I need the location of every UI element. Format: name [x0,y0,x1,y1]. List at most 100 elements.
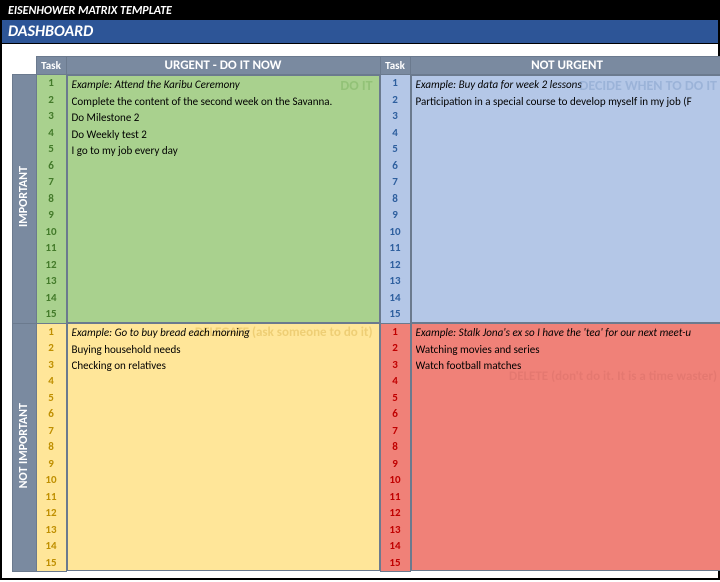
task-cell[interactable] [72,540,375,557]
header-urgent: URGENT - DO IT NOW [66,57,380,75]
task-cell[interactable] [416,457,720,474]
row-number: 5 [381,390,410,407]
row-important: IMPORTANT 123456789101112131415 DO IT Ex… [2,75,720,324]
task-cell[interactable] [72,408,375,425]
task-cell[interactable] [416,127,720,144]
task-cell[interactable] [72,242,375,259]
task-cell[interactable] [416,507,720,524]
task-cell[interactable] [72,160,375,177]
task-cell[interactable]: I go to my job every day [72,143,375,160]
task-cell[interactable] [72,474,375,491]
task-cell[interactable] [416,160,720,177]
task-cell[interactable] [416,226,720,243]
task-cell[interactable]: Watch football matches [416,358,720,375]
task-cell[interactable]: Participation in a special course to dev… [416,94,720,111]
row-number: 14 [381,538,410,555]
task-cell[interactable] [72,259,375,276]
task-cell[interactable] [416,143,720,160]
task-cell[interactable] [416,540,720,557]
task-cell[interactable]: Example: Buy data for week 2 lessons [416,77,720,94]
row-number: 2 [37,92,66,109]
row-number: 8 [381,191,410,208]
row-number: 15 [37,555,66,572]
task-cell[interactable] [416,292,720,309]
task-cell[interactable] [416,176,720,193]
task-cell[interactable] [416,441,720,458]
task-cell[interactable] [416,424,720,441]
quadrant-delete: DELETE (don't do it. It is a time waster… [410,323,720,572]
task-cell[interactable]: Example: Attend the Karibu Ceremony [72,77,375,94]
row-number: 11 [37,240,66,257]
task-cell[interactable] [72,275,375,292]
row-number: 13 [37,522,66,539]
row-number: 9 [381,456,410,473]
task-cell[interactable] [416,275,720,292]
task-cell[interactable] [72,424,375,441]
task-cell[interactable] [72,209,375,226]
task-cell[interactable] [416,375,720,392]
row-not-important: NOT IMPORTANT 123456789101112131415 DELE… [2,323,720,572]
task-cell[interactable] [72,490,375,507]
quadrant-decide: DECIDE WHEN TO DO IT Example: Buy data f… [410,75,720,324]
header-task-right: Task [380,57,410,75]
task-cell[interactable] [416,490,720,507]
header-not-urgent: NOT URGENT [410,57,720,75]
task-cell[interactable] [416,556,720,571]
row-number: 3 [37,357,66,374]
task-cell[interactable]: Checking on relatives [72,358,375,375]
task-cell[interactable] [72,226,375,243]
task-cell[interactable] [72,375,375,392]
row-label-not-important: NOT IMPORTANT [12,323,36,572]
dashboard-bar: DASHBOARD [2,20,718,44]
task-cell[interactable] [72,507,375,524]
task-cell[interactable] [416,259,720,276]
row-number: 2 [381,92,410,109]
task-cell[interactable]: Buying household needs [72,342,375,359]
task-cell[interactable] [416,391,720,408]
task-cell[interactable] [416,209,720,226]
task-cell[interactable] [72,556,375,571]
task-cell[interactable] [72,457,375,474]
title-text: EISENHOWER MATRIX TEMPLATE [8,4,172,18]
row-number: 12 [381,505,410,522]
task-cell[interactable] [416,242,720,259]
task-cell[interactable] [72,391,375,408]
row-number: 2 [381,340,410,357]
task-cell[interactable] [72,193,375,210]
row-number: 14 [381,290,410,307]
task-cell[interactable] [416,110,720,127]
header-task-left: Task [36,57,66,75]
row-number: 1 [381,75,410,92]
task-cell[interactable] [416,193,720,210]
quadrant-delegate: DELEGATE (ask someone to do it) Example:… [66,323,380,572]
task-cell[interactable]: Example: Go to buy bread each morning [72,325,375,342]
numbers-q4: 123456789101112131415 [380,323,410,572]
row-number: 11 [381,240,410,257]
numbers-q1: 123456789101112131415 [36,75,66,324]
task-cell[interactable]: Do Milestone 2 [72,110,375,127]
task-cell[interactable] [416,308,720,323]
task-cell[interactable] [72,292,375,309]
task-cell[interactable] [72,308,375,323]
task-cell[interactable] [72,523,375,540]
row-number: 5 [37,141,66,158]
row-number: 9 [37,207,66,224]
task-cell[interactable]: Example: Stalk Jona's ex so I have the '… [416,325,720,342]
matrix-header-row: Task URGENT - DO IT NOW Task NOT URGENT [2,57,720,75]
row-number: 12 [37,505,66,522]
dashboard-text: DASHBOARD [8,22,93,41]
task-cell[interactable]: Do Weekly test 2 [72,127,375,144]
task-cell[interactable]: Watching movies and series [416,342,720,359]
row-number: 7 [37,423,66,440]
row-number: 15 [381,306,410,323]
row-number: 6 [37,406,66,423]
task-cell[interactable] [72,441,375,458]
row-number: 8 [37,191,66,208]
task-cell[interactable] [416,408,720,425]
task-cell[interactable] [416,474,720,491]
task-cell[interactable]: Complete the content of the second week … [72,94,375,111]
row-number: 7 [381,423,410,440]
task-cell[interactable] [72,176,375,193]
task-cell[interactable] [416,523,720,540]
row-number: 9 [37,456,66,473]
